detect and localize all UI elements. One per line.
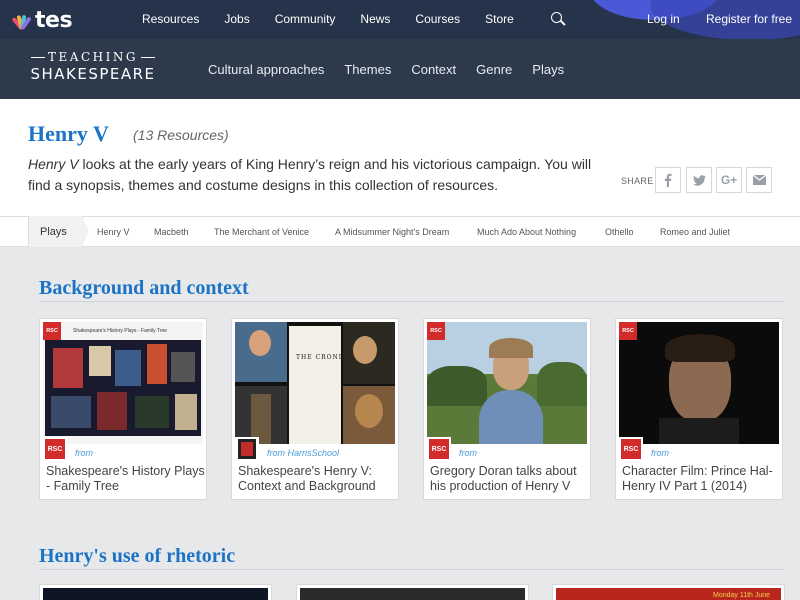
card-thumbnail: THE CRONICLE bbox=[235, 322, 395, 444]
play-link-merchant-of-venice[interactable]: The Merchant of Venice bbox=[214, 227, 309, 237]
top-nav: Resources Jobs Community News Courses St… bbox=[142, 12, 539, 26]
play-link-midsummer[interactable]: A Midsummer Night's Dream bbox=[335, 227, 449, 237]
tes-logo[interactable]: tes bbox=[11, 8, 73, 33]
card-thumbnail bbox=[300, 588, 525, 600]
card-from: from bbox=[651, 448, 669, 458]
logo-line-1: TEACHING bbox=[28, 50, 158, 64]
card-thumbnail: Shakespeare's History Plays - Family Tre… bbox=[43, 322, 203, 444]
description-play-name: Henry V bbox=[28, 156, 79, 172]
resource-card[interactable]: THE CRONICLE from HarrisSchool Shakespea… bbox=[231, 318, 399, 500]
register-link[interactable]: Register for free bbox=[706, 12, 792, 26]
resource-count: (13 Resources) bbox=[133, 127, 229, 143]
card-title[interactable]: Gregory Doran talks about his production… bbox=[430, 464, 590, 494]
page-description: Henry V looks at the early years of King… bbox=[28, 154, 598, 196]
card-title[interactable]: Shakespeare's Henry V: Context and Backg… bbox=[238, 464, 398, 494]
thumbnail-text: Monday 11th June bbox=[713, 592, 771, 599]
twitter-icon bbox=[692, 174, 706, 186]
googleplus-share-button[interactable]: G+ bbox=[716, 167, 742, 193]
rsc-badge: RSC bbox=[427, 322, 445, 340]
card-thumbnail: RSC bbox=[619, 322, 779, 444]
resource-card[interactable] bbox=[296, 584, 529, 600]
google-plus-icon: G+ bbox=[720, 173, 738, 187]
resource-card[interactable]: RSC RSC from Character Film: Prince Hal-… bbox=[615, 318, 783, 500]
publisher-logo: RSC bbox=[427, 437, 451, 461]
play-link-romeo-and-juliet[interactable]: Romeo and Juliet bbox=[660, 227, 730, 237]
logo-line-2: SHAKESPEARE bbox=[30, 65, 156, 83]
play-link-macbeth[interactable]: Macbeth bbox=[154, 227, 189, 237]
resource-card[interactable] bbox=[39, 584, 272, 600]
facebook-share-button[interactable] bbox=[655, 167, 681, 193]
card-title[interactable]: Character Film: Prince Hal- Henry IV Par… bbox=[622, 464, 782, 494]
email-icon bbox=[752, 175, 766, 185]
card-from: from HarrisSchool bbox=[267, 448, 340, 458]
play-link-much-ado[interactable]: Much Ado About Nothing bbox=[477, 227, 576, 237]
page-title: Henry V bbox=[28, 121, 109, 146]
section-divider bbox=[39, 301, 784, 302]
publisher-logo: RSC bbox=[43, 437, 67, 461]
nav-plays[interactable]: Plays bbox=[532, 62, 564, 77]
play-link-henry-v[interactable]: Henry V bbox=[97, 227, 130, 237]
email-share-button[interactable] bbox=[746, 167, 772, 193]
thumbnail-caption: Shakespeare's History Plays - Family Tre… bbox=[73, 328, 168, 334]
play-link-othello[interactable]: Othello bbox=[605, 227, 634, 237]
nav-news[interactable]: News bbox=[360, 12, 390, 26]
nav-themes[interactable]: Themes bbox=[344, 62, 391, 77]
publisher-logo: RSC bbox=[619, 437, 643, 461]
nav-resources[interactable]: Resources bbox=[142, 12, 199, 26]
login-link[interactable]: Log in bbox=[647, 12, 680, 26]
rsc-badge: RSC bbox=[619, 322, 637, 340]
harris-school-logo bbox=[235, 437, 259, 461]
section-title-background: Background and context bbox=[39, 277, 249, 299]
resource-card[interactable]: Shakespeare's History Plays - Family Tre… bbox=[39, 318, 207, 500]
twitter-share-button[interactable] bbox=[686, 167, 712, 193]
rsc-badge: RSC bbox=[43, 322, 61, 340]
card-from: from bbox=[75, 448, 93, 458]
card-thumbnail: RSC bbox=[427, 322, 587, 444]
nav-store[interactable]: Store bbox=[485, 12, 514, 26]
section-divider bbox=[39, 569, 784, 570]
tes-logo-icon bbox=[11, 10, 32, 32]
card-title[interactable]: Shakespeare's History Plays - Family Tre… bbox=[46, 464, 206, 494]
card-thumbnail bbox=[43, 588, 268, 600]
nav-courses[interactable]: Courses bbox=[415, 12, 460, 26]
plays-tab[interactable]: Plays bbox=[28, 216, 89, 247]
nav-genre[interactable]: Genre bbox=[476, 62, 512, 77]
resource-card[interactable]: Monday 11th June bbox=[552, 584, 785, 600]
search-icon[interactable] bbox=[551, 12, 566, 26]
teaching-shakespeare-logo[interactable]: TEACHING SHAKESPEARE bbox=[28, 50, 158, 83]
nav-jobs[interactable]: Jobs bbox=[224, 12, 249, 26]
nav-cultural-approaches[interactable]: Cultural approaches bbox=[208, 62, 324, 77]
nav-context[interactable]: Context bbox=[411, 62, 456, 77]
nav-community[interactable]: Community bbox=[275, 12, 336, 26]
share-label: SHARE bbox=[621, 176, 654, 186]
section-title-rhetoric: Henry's use of rhetoric bbox=[39, 545, 236, 567]
shakespeare-nav: Cultural approaches Themes Context Genre… bbox=[208, 62, 584, 77]
brand-name: tes bbox=[35, 8, 73, 33]
facebook-icon bbox=[664, 173, 672, 187]
card-from: from bbox=[459, 448, 477, 458]
resource-card[interactable]: RSC RSC from Gregory Doran talks about h… bbox=[423, 318, 591, 500]
description-text: looks at the early years of King Henry’s… bbox=[28, 156, 592, 193]
card-thumbnail: Monday 11th June bbox=[556, 588, 781, 600]
